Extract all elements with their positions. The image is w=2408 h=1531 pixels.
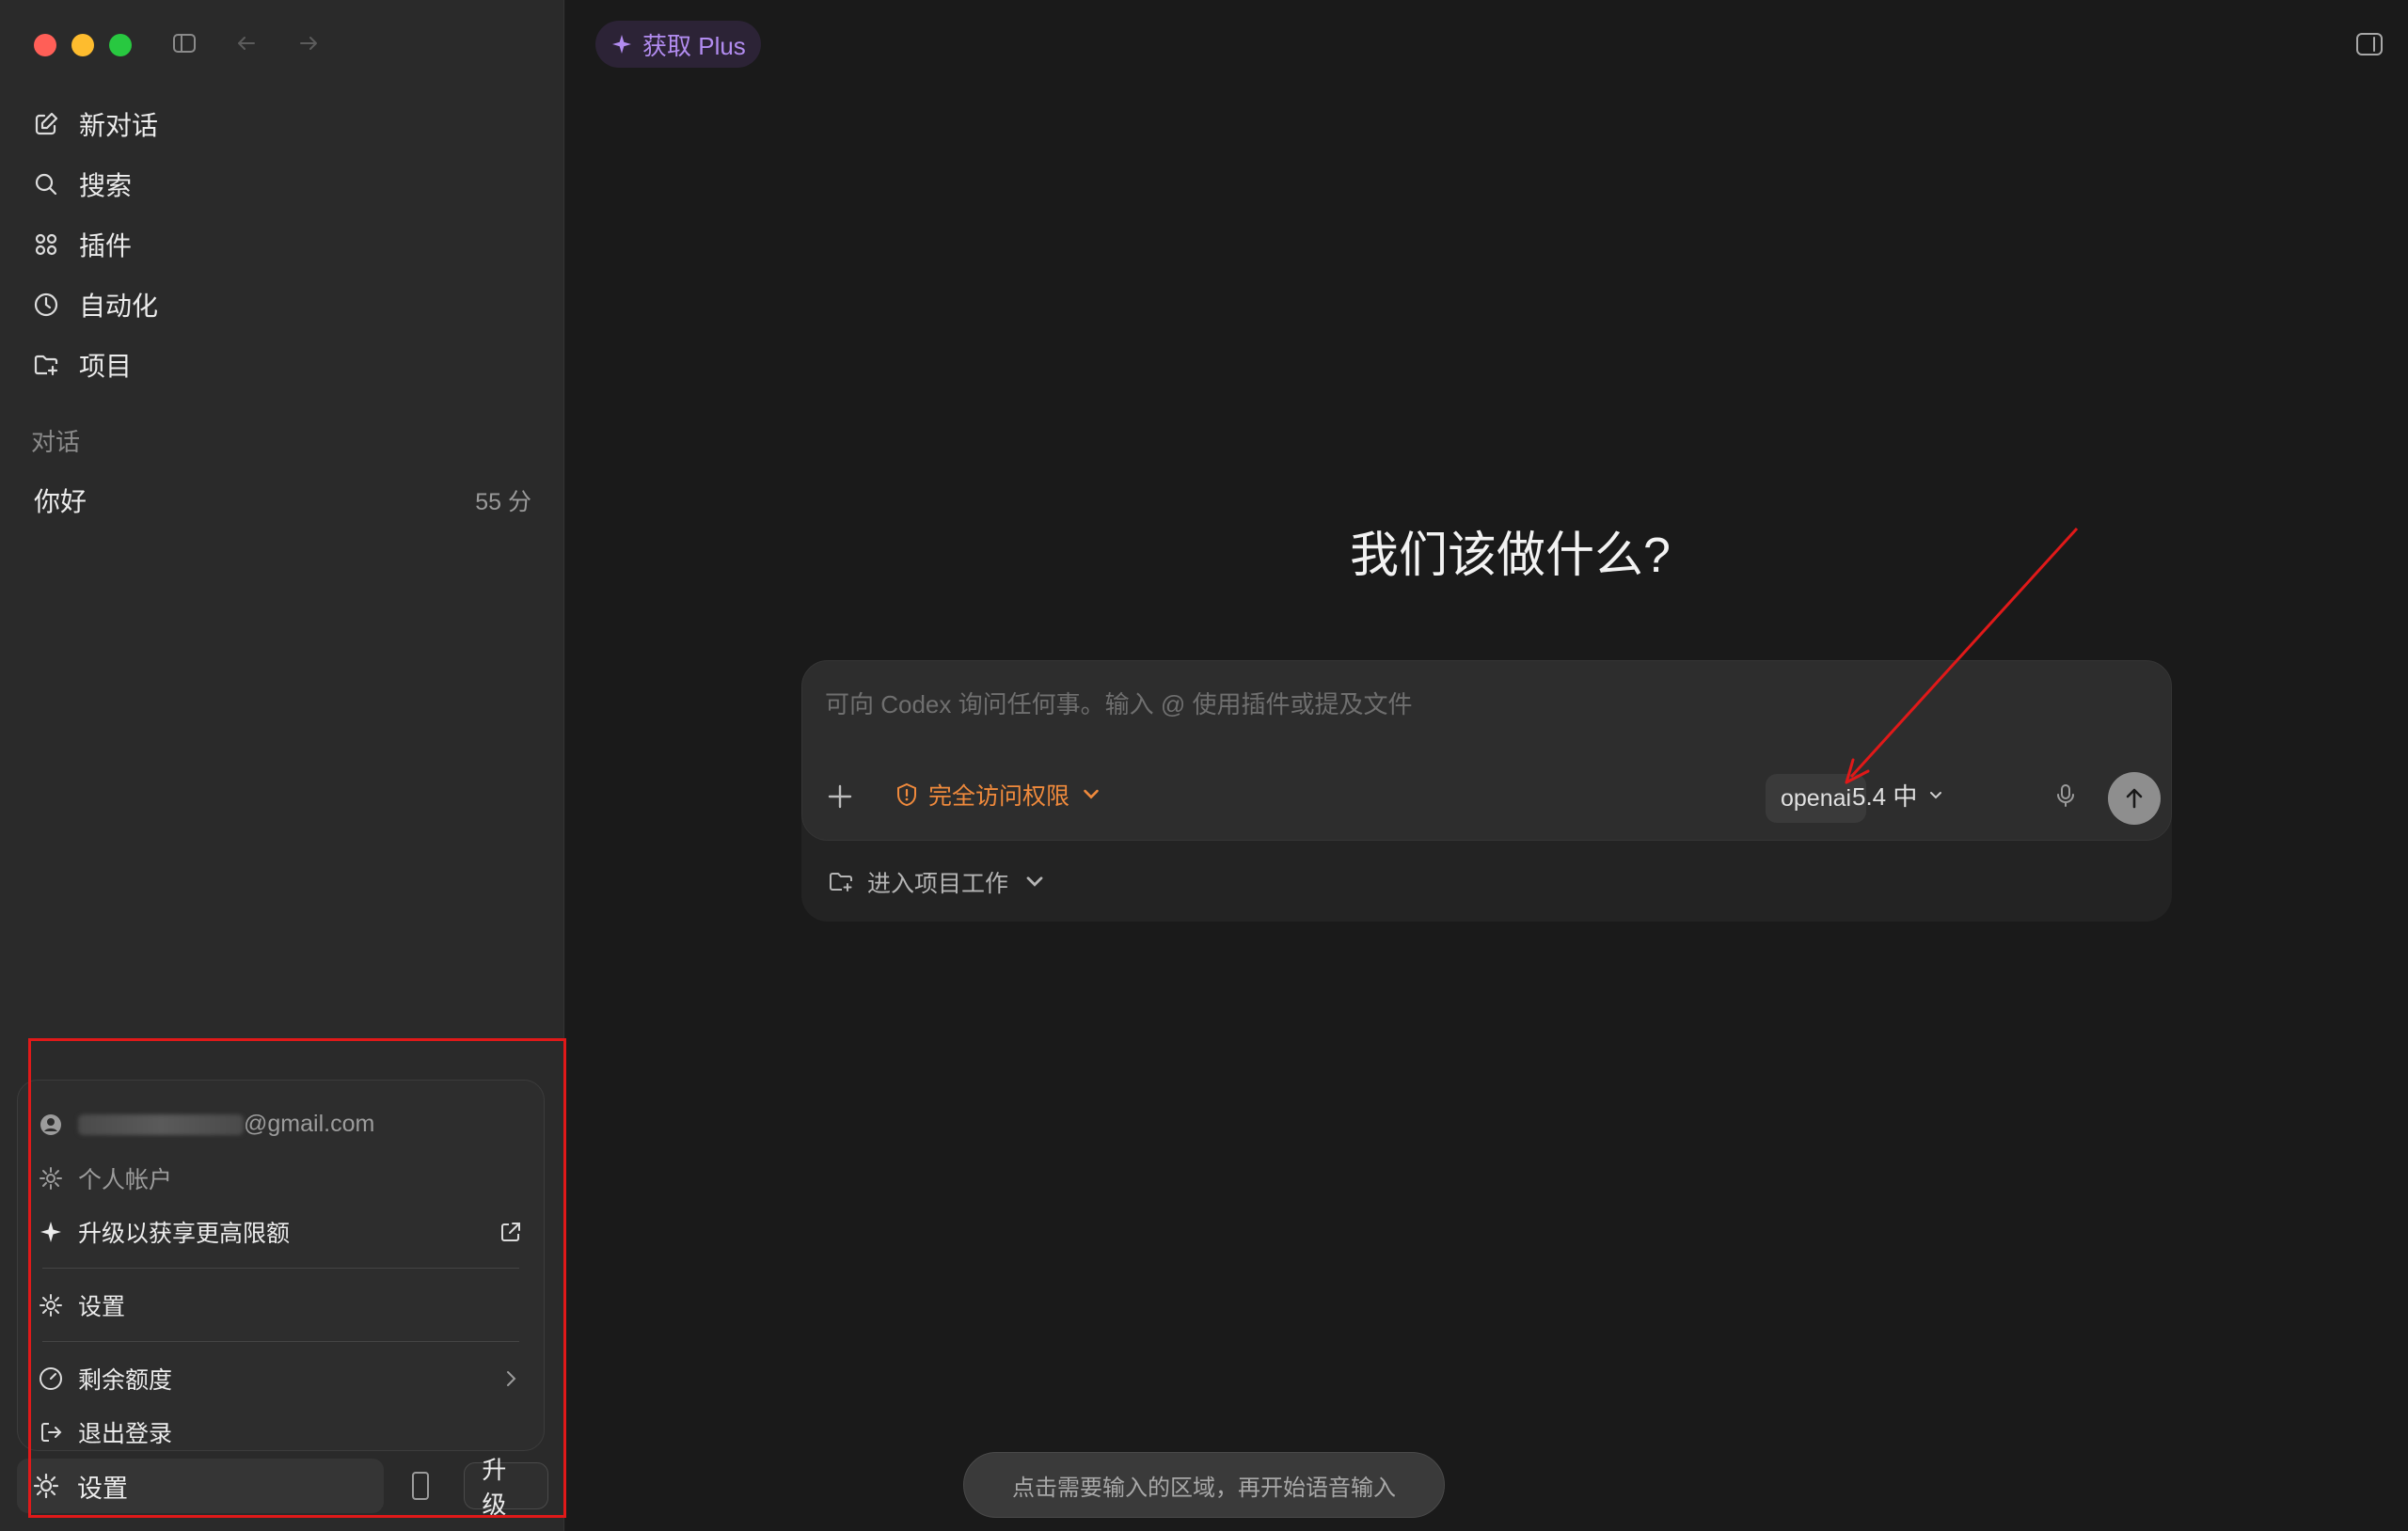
nav-projects[interactable]: 项目 xyxy=(28,335,536,395)
send-button[interactable] xyxy=(2108,772,2161,825)
sidebar-toolbar xyxy=(169,28,324,58)
access-label: 完全访问权限 xyxy=(928,783,1070,810)
version-label: 5.4 中 xyxy=(1852,782,1918,811)
close-window-button[interactable] xyxy=(34,34,56,56)
voice-input-tip: 点击需要输入的区域，再开始语音输入 xyxy=(963,1452,1445,1518)
gear-icon xyxy=(40,1293,62,1317)
chevron-right-icon xyxy=(499,1366,523,1391)
conversations-section-label: 对话 xyxy=(31,428,81,456)
user-avatar-icon xyxy=(40,1113,61,1135)
minimize-window-button[interactable] xyxy=(71,34,94,56)
sparkle-icon xyxy=(612,35,631,54)
sidebar: 新对话 搜索 插件 自动化 项目 对话 你好 55 分 @gmail.com 个… xyxy=(0,0,564,1531)
add-attachment-button[interactable] xyxy=(825,781,855,812)
nav-label: 项目 xyxy=(79,352,133,381)
menu-label: 退出登录 xyxy=(78,1420,173,1447)
panel-toggle-icon[interactable] xyxy=(2353,28,2385,60)
conversation-item[interactable]: 你好 55 分 xyxy=(19,476,541,525)
sidebar-bottom-bar: 设置 升级 xyxy=(17,1456,548,1519)
back-arrow-icon[interactable] xyxy=(231,28,261,58)
gear-icon xyxy=(40,1166,62,1190)
menu-divider xyxy=(42,1341,519,1342)
folder-add-icon xyxy=(830,873,852,892)
chevron-down-icon xyxy=(1026,876,1043,887)
composer-container: 可向 Codex 询问任何事。输入 @ 使用插件或提及文件 完全访问权限 ope… xyxy=(801,660,2172,922)
maximize-window-button[interactable] xyxy=(109,34,132,56)
plugins-icon xyxy=(35,233,57,256)
plus-icon xyxy=(828,784,852,809)
get-plus-label: 获取 Plus xyxy=(642,31,746,60)
project-label: 进入项目工作 xyxy=(867,871,1009,897)
nav-label: 插件 xyxy=(79,231,133,260)
version-dropdown[interactable]: 5.4 中 xyxy=(1852,778,1945,813)
search-icon xyxy=(35,173,57,196)
clock-icon xyxy=(34,292,58,317)
nav-search[interactable]: 搜索 xyxy=(28,154,536,214)
folder-add-icon xyxy=(34,355,58,376)
conversation-time: 55 分 xyxy=(475,489,531,515)
arrow-up-icon xyxy=(2126,788,2143,809)
menu-label: 升级以获享更高限额 xyxy=(78,1220,291,1247)
nav-label: 新对话 xyxy=(79,111,159,140)
menu-settings[interactable]: 设置 xyxy=(39,1278,523,1332)
composer-box[interactable]: 可向 Codex 询问任何事。输入 @ 使用插件或提及文件 完全访问权限 ope… xyxy=(801,660,2172,841)
settings-button[interactable]: 设置 xyxy=(17,1459,384,1513)
sidebar-nav: 新对话 搜索 插件 自动化 项目 xyxy=(28,94,536,395)
menu-personal-account[interactable]: 个人帐户 xyxy=(39,1151,523,1205)
chevron-down-icon xyxy=(1084,789,1099,799)
email-redacted xyxy=(78,1114,244,1136)
sidebar-toggle-icon[interactable] xyxy=(169,28,199,58)
menu-divider xyxy=(42,1268,519,1269)
settings-label: 设置 xyxy=(77,1474,128,1503)
chevron-down-icon xyxy=(1930,791,1942,798)
main-area: 获取 Plus 我们该做什么? 可向 Codex 询问任何事。输入 @ 使用插件… xyxy=(565,0,2408,1531)
menu-email-row: @gmail.com xyxy=(39,1097,523,1151)
compose-icon xyxy=(35,112,58,135)
sparkle-icon xyxy=(40,1221,61,1242)
get-plus-button[interactable]: 获取 Plus xyxy=(595,21,761,68)
phone-icon[interactable] xyxy=(404,1469,438,1503)
access-permission-dropdown[interactable]: 完全访问权限 xyxy=(895,778,1103,812)
menu-label: 剩余额度 xyxy=(78,1366,173,1394)
composer-input[interactable]: 可向 Codex 询问任何事。输入 @ 使用插件或提及文件 xyxy=(825,686,1412,720)
upgrade-button[interactable]: 升级 xyxy=(464,1456,548,1519)
nav-label: 自动化 xyxy=(79,292,159,321)
external-link-icon xyxy=(499,1220,523,1244)
nav-automation[interactable]: 自动化 xyxy=(28,275,536,335)
nav-plugins[interactable]: 插件 xyxy=(28,214,536,275)
menu-label: 设置 xyxy=(78,1293,126,1320)
nav-label: 搜索 xyxy=(79,171,133,200)
conversation-title: 你好 xyxy=(34,487,87,516)
shield-alert-icon xyxy=(897,782,916,807)
menu-logout[interactable]: 退出登录 xyxy=(39,1405,523,1459)
enter-project-dropdown[interactable]: 进入项目工作 xyxy=(828,865,1048,899)
app-window: 新对话 搜索 插件 自动化 项目 对话 你好 55 分 @gmail.com 个… xyxy=(0,0,2408,1531)
menu-label: 个人帐户 xyxy=(78,1166,173,1193)
forward-arrow-icon[interactable] xyxy=(293,28,324,58)
gauge-icon xyxy=(40,1366,62,1390)
menu-remaining-quota[interactable]: 剩余额度 xyxy=(39,1351,523,1405)
nav-new-chat[interactable]: 新对话 xyxy=(28,94,536,154)
window-controls xyxy=(34,34,132,56)
microphone-icon[interactable] xyxy=(2052,781,2080,810)
gear-icon xyxy=(33,1473,59,1499)
page-headline: 我们该做什么? xyxy=(1350,529,1671,583)
account-menu: @gmail.com 个人帐户 升级以获享更高限额 设置 剩余额度 退出登录 xyxy=(17,1080,545,1451)
email-text: @gmail.com xyxy=(78,1111,374,1138)
menu-upgrade-limits[interactable]: 升级以获享更高限额 xyxy=(39,1205,523,1258)
logout-icon xyxy=(41,1422,62,1442)
